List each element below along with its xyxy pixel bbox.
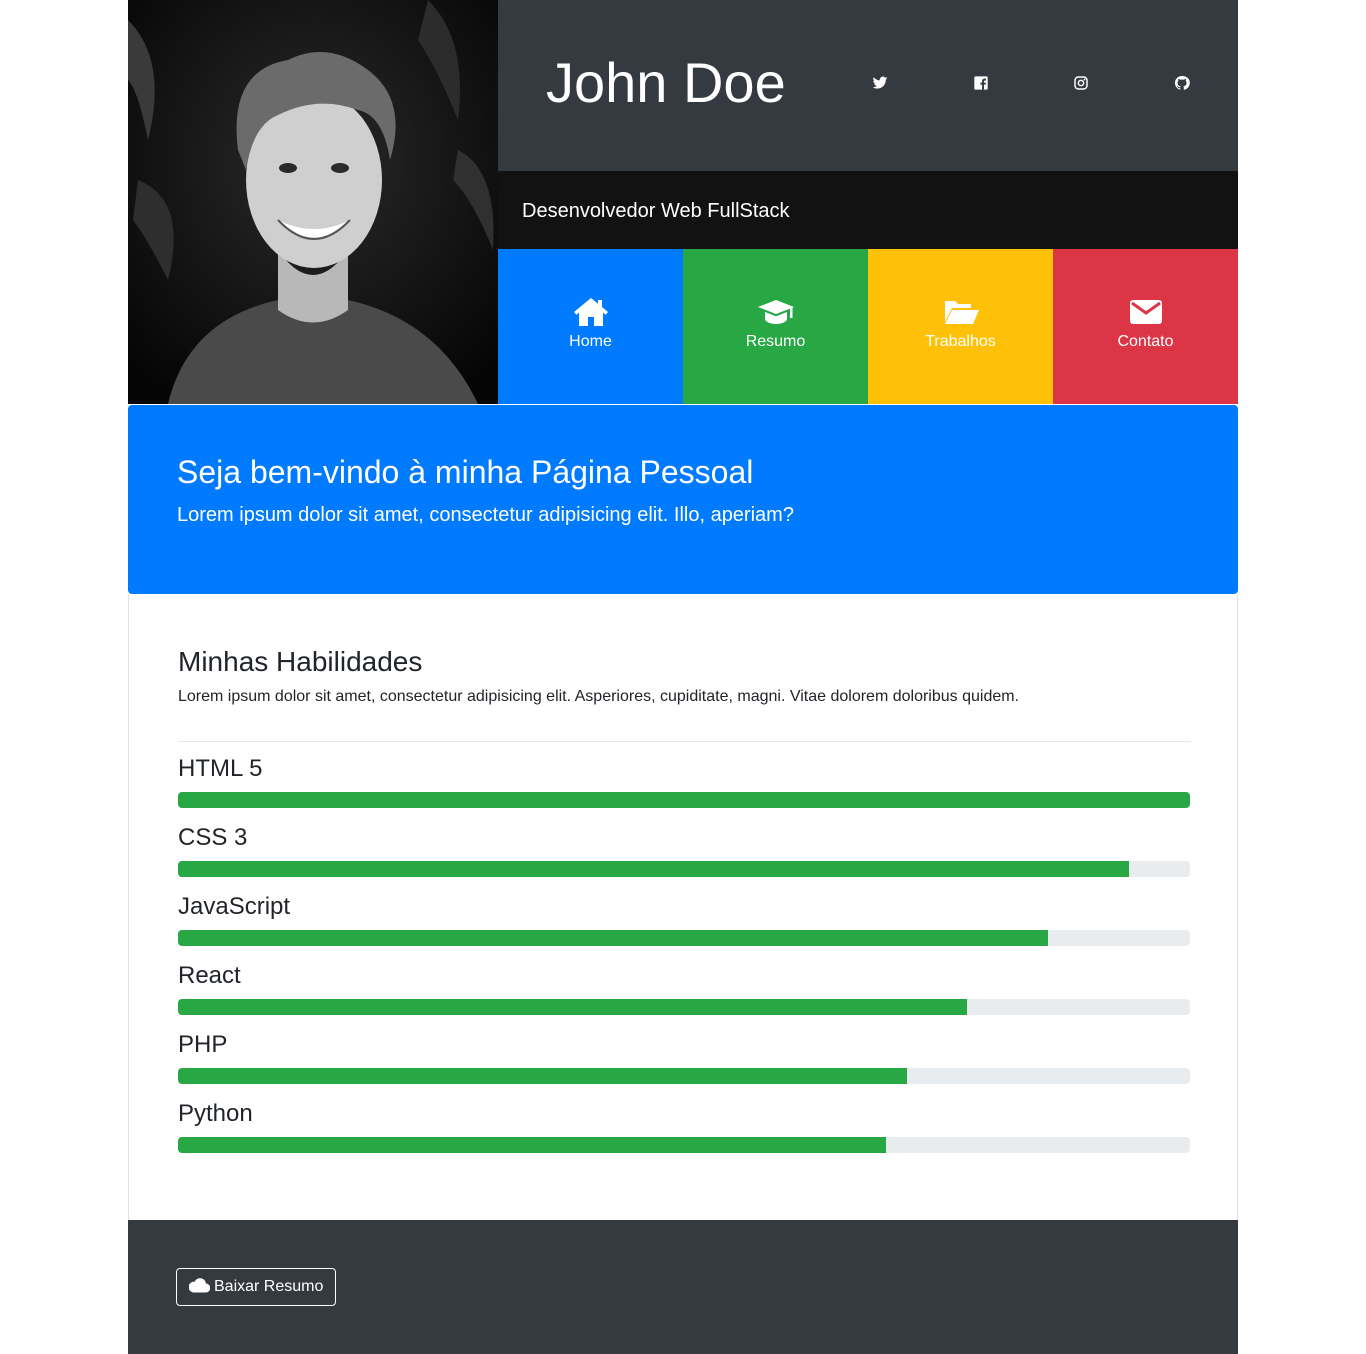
welcome-text: Lorem ipsum dolor sit amet, consectetur …: [177, 504, 794, 526]
skill-progress-bar: [178, 861, 1190, 877]
skill-progress-fill: [178, 999, 968, 1015]
skill-item-python: Python: [178, 1100, 1190, 1153]
facebook-icon: [973, 75, 989, 96]
skill-progress-bar: [178, 930, 1190, 946]
skill-name: CSS 3: [178, 824, 248, 851]
name-bar: John Doe: [498, 0, 1238, 171]
nav-home[interactable]: Home: [498, 249, 683, 404]
page-title: John Doe: [546, 51, 786, 114]
skill-name: HTML 5: [178, 755, 263, 782]
job-title: Desenvolvedor Web FullStack: [522, 200, 790, 222]
nav-contato[interactable]: Contato: [1053, 249, 1238, 404]
envelope-icon: [1128, 296, 1164, 328]
skill-item-php: PHP: [178, 1031, 1190, 1084]
skill-progress-bar: [178, 792, 1190, 808]
skills-description: Lorem ipsum dolor sit amet, consectetur …: [178, 688, 1020, 705]
download-resume-button[interactable]: Baixar Resumo: [176, 1268, 336, 1306]
instagram-icon: [1073, 75, 1089, 96]
skill-item-react: React: [178, 962, 1190, 1015]
github-link[interactable]: [1172, 75, 1192, 95]
subtitle-bar: Desenvolvedor Web FullStack: [498, 171, 1238, 249]
github-icon: [1174, 75, 1190, 96]
skills-section: Minhas Habilidades Lorem ipsum dolor sit…: [128, 594, 1238, 1220]
skill-progress-fill: [178, 861, 1130, 877]
welcome-banner: Seja bem-vindo à minha Página Pessoal Lo…: [128, 405, 1238, 594]
nav-contato-label: Contato: [1117, 333, 1174, 350]
folder-open-icon: [943, 296, 979, 328]
twitter-icon: [872, 75, 888, 96]
skill-progress-bar: [178, 999, 1190, 1015]
nav-resumo[interactable]: Resumo: [683, 249, 868, 404]
header: John Doe Desenvolvedor Web FullStack Hom…: [128, 0, 1238, 404]
divider: [178, 741, 1191, 742]
graduation-cap-icon: [757, 296, 794, 328]
skill-name: React: [178, 962, 241, 989]
nav-trabalhos[interactable]: Trabalhos: [868, 249, 1053, 404]
instagram-link[interactable]: [1071, 75, 1091, 95]
page-container: John Doe Desenvolvedor Web FullStack Hom…: [128, 0, 1238, 1354]
skill-name: JavaScript: [178, 893, 291, 920]
profile-photo-image: [128, 0, 498, 404]
skill-progress-fill: [178, 792, 1190, 808]
skills-title: Minhas Habilidades: [178, 646, 423, 677]
skill-progress-fill: [178, 1137, 887, 1153]
facebook-link[interactable]: [971, 75, 991, 95]
main-nav: Home Resumo Trabalhos Contato: [498, 249, 1238, 404]
nav-home-label: Home: [569, 333, 612, 350]
skill-item-css: CSS 3: [178, 824, 1190, 877]
profile-photo: [128, 0, 498, 404]
download-resume-label: Baixar Resumo: [214, 1278, 324, 1295]
skill-progress-fill: [178, 930, 1049, 946]
home-icon: [573, 296, 609, 328]
skill-item-html: HTML 5: [178, 755, 1190, 808]
skill-progress-bar: [178, 1137, 1190, 1153]
twitter-link[interactable]: [870, 75, 890, 95]
cloud-icon: [188, 1277, 214, 1298]
skill-item-javascript: JavaScript: [178, 893, 1190, 946]
skill-progress-bar: [178, 1068, 1190, 1084]
skill-name: Python: [178, 1100, 253, 1127]
footer: Baixar Resumo: [128, 1220, 1238, 1354]
nav-trabalhos-label: Trabalhos: [925, 333, 996, 350]
skill-name: PHP: [178, 1031, 228, 1058]
nav-resumo-label: Resumo: [745, 333, 806, 350]
skill-progress-fill: [178, 1068, 907, 1084]
welcome-title: Seja bem-vindo à minha Página Pessoal: [177, 454, 754, 490]
